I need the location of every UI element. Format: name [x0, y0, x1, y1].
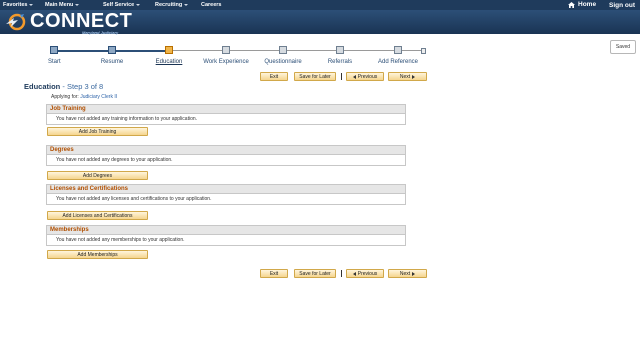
exit-button[interactable]: Exit — [260, 269, 288, 278]
top-nav-bar: Favorites Main Menu Self Service Recruit… — [0, 0, 640, 10]
button-separator — [341, 270, 342, 277]
nav-recruiting[interactable]: Recruiting — [155, 2, 189, 8]
step-resume-label[interactable]: Resume — [101, 59, 123, 65]
arrow-right-icon — [412, 271, 416, 276]
add-memberships-button[interactable]: Add Memberships — [47, 250, 148, 259]
previous-label: Previous — [357, 73, 378, 80]
save-for-later-button[interactable]: Save for Later — [294, 269, 336, 278]
step-add-reference-label[interactable]: Add Reference — [378, 59, 418, 65]
section-memberships: Memberships You have not added any membe… — [46, 225, 406, 246]
step-referrals-marker[interactable] — [336, 46, 344, 54]
add-job-training-button[interactable]: Add Job Training — [47, 127, 148, 136]
section-title: Licenses and Certifications — [47, 185, 405, 194]
section-degrees: Degrees You have not added any degrees t… — [46, 145, 406, 166]
nav-main-menu[interactable]: Main Menu — [45, 2, 80, 8]
bottom-button-bar: Exit Save for Later Previous Next — [258, 269, 428, 279]
step-start-label[interactable]: Start — [48, 59, 61, 65]
brand-tagline: Maryland Judiciary — [82, 30, 119, 35]
section-message: You have not added any training informat… — [56, 116, 198, 122]
logo-icon — [6, 13, 26, 31]
nav-main-menu-label: Main Menu — [45, 2, 74, 8]
home-icon — [568, 1, 575, 8]
nav-recruiting-label: Recruiting — [155, 2, 183, 8]
chevron-down-icon — [136, 4, 141, 6]
saved-button[interactable]: Saved — [610, 40, 636, 54]
applying-for-label: Applying for: — [51, 94, 79, 100]
chevron-down-icon — [29, 4, 34, 6]
page-title: Education - Step 3 of 8 — [24, 82, 103, 91]
previous-button[interactable]: Previous — [346, 72, 384, 81]
section-licenses-certifications: Licenses and Certifications You have not… — [46, 184, 406, 205]
nav-careers-label: Careers — [201, 2, 222, 8]
step-indicator: - Step 3 of 8 — [62, 82, 104, 91]
next-button[interactable]: Next — [388, 72, 427, 81]
step-education-label[interactable]: Education — [156, 59, 183, 65]
previous-button[interactable]: Previous — [346, 269, 384, 278]
step-work-experience-marker[interactable] — [222, 46, 230, 54]
train-remaining-line — [169, 50, 425, 51]
section-message: You have not added any memberships to yo… — [56, 237, 185, 243]
section-title: Degrees — [47, 146, 405, 155]
arrow-right-icon — [412, 74, 416, 79]
applying-for: Applying for: Judiciary Clerk II — [51, 94, 117, 100]
next-label: Next — [399, 73, 411, 80]
arrow-left-icon — [352, 74, 356, 79]
step-add-reference-marker[interactable] — [394, 46, 402, 54]
button-separator — [341, 73, 342, 80]
add-degrees-button[interactable]: Add Degrees — [47, 171, 148, 180]
step-resume-marker[interactable] — [108, 46, 116, 54]
chevron-down-icon — [184, 4, 189, 6]
section-message: You have not added any licenses and cert… — [56, 196, 212, 202]
nav-favorites[interactable]: Favorites — [3, 2, 34, 8]
save-for-later-button[interactable]: Save for Later — [294, 72, 336, 81]
nav-careers[interactable]: Careers — [201, 2, 222, 8]
section-title: Job Training — [47, 105, 405, 114]
sign-out-link[interactable]: Sign out — [609, 2, 635, 9]
section-title: Memberships — [47, 226, 405, 235]
job-title-link[interactable]: Judiciary Clerk II — [80, 94, 117, 100]
nav-self-service[interactable]: Self Service — [103, 2, 141, 8]
next-button[interactable]: Next — [388, 269, 427, 278]
home-label: Home — [578, 1, 597, 8]
step-questionnaire-label[interactable]: Questionnaire — [264, 59, 301, 65]
page-title-text: Education — [24, 82, 61, 91]
step-referrals-label[interactable]: Referrals — [328, 59, 352, 65]
step-train: Start Resume Education Work Experience Q… — [45, 44, 430, 66]
section-message: You have not added any degrees to your a… — [56, 157, 173, 163]
section-job-training: Job Training You have not added any trai… — [46, 104, 406, 125]
home-link[interactable]: Home — [568, 1, 596, 8]
arrow-left-icon — [352, 271, 356, 276]
nav-favorites-label: Favorites — [3, 2, 28, 8]
exit-button[interactable]: Exit — [260, 72, 288, 81]
previous-label: Previous — [357, 270, 378, 277]
top-button-bar: Exit Save for Later Previous Next — [258, 72, 428, 82]
chevron-down-icon — [75, 4, 80, 6]
nav-self-service-label: Self Service — [103, 2, 135, 8]
train-more-indicator[interactable] — [421, 48, 426, 54]
next-label: Next — [399, 270, 411, 277]
add-licenses-certifications-button[interactable]: Add Licenses and Certifications — [47, 211, 148, 220]
step-questionnaire-marker[interactable] — [279, 46, 287, 54]
step-education-marker[interactable] — [165, 46, 173, 54]
step-work-experience-label[interactable]: Work Experience — [203, 59, 249, 65]
step-start-marker[interactable] — [50, 46, 58, 54]
